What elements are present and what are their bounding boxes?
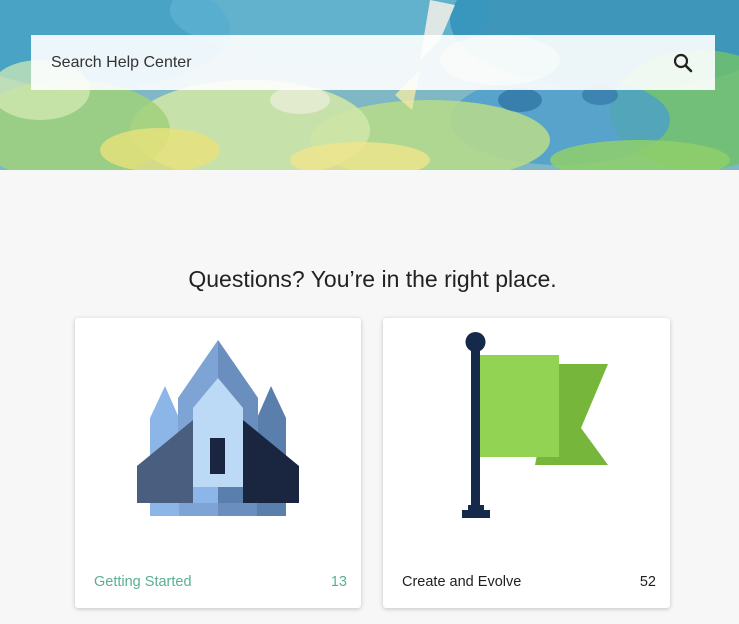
search-input[interactable] [49, 52, 653, 73]
category-label: Create and Evolve [402, 574, 522, 590]
category-count: 52 [639, 574, 656, 590]
flag-icon [462, 332, 608, 518]
category-count: 13 [330, 574, 347, 590]
rocket-icon [137, 340, 299, 516]
category-card-create-and-evolve[interactable]: Create and Evolve 52 [383, 318, 670, 608]
hero-banner [0, 0, 739, 170]
page-headline: Questions? You’re in the right place. [188, 266, 557, 292]
search-bar[interactable] [31, 35, 715, 90]
category-card-getting-started[interactable]: Getting Started 13 [75, 318, 361, 608]
search-icon[interactable] [671, 51, 695, 75]
category-label: Getting Started [94, 574, 192, 590]
